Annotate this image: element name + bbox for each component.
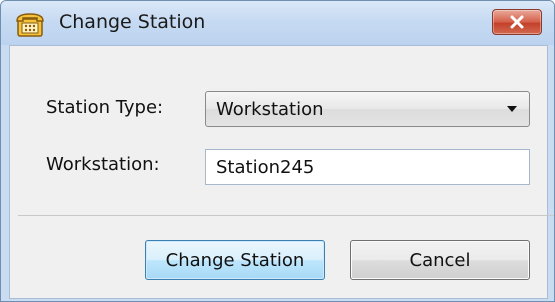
cancel-button[interactable]: Cancel — [350, 240, 530, 280]
station-type-label: Station Type: — [46, 97, 164, 118]
telephone-icon — [15, 12, 45, 38]
divider — [18, 215, 554, 216]
workstation-value: Station245 — [216, 157, 315, 178]
dialog-body: Station Type: Workstation Workstation: S… — [9, 45, 554, 299]
change-station-dialog: Change Station Station Type: Workstation… — [0, 0, 555, 302]
close-icon — [509, 15, 525, 29]
workstation-label: Workstation: — [46, 154, 160, 175]
window-title: Change Station — [59, 11, 206, 33]
workstation-input[interactable]: Station245 — [205, 149, 530, 185]
station-type-value: Workstation — [216, 99, 324, 120]
station-type-dropdown[interactable]: Workstation — [205, 91, 530, 127]
title-bar[interactable]: Change Station — [1, 1, 554, 45]
close-button[interactable] — [492, 9, 542, 35]
change-station-button[interactable]: Change Station — [145, 240, 325, 280]
chevron-down-icon — [507, 106, 517, 112]
